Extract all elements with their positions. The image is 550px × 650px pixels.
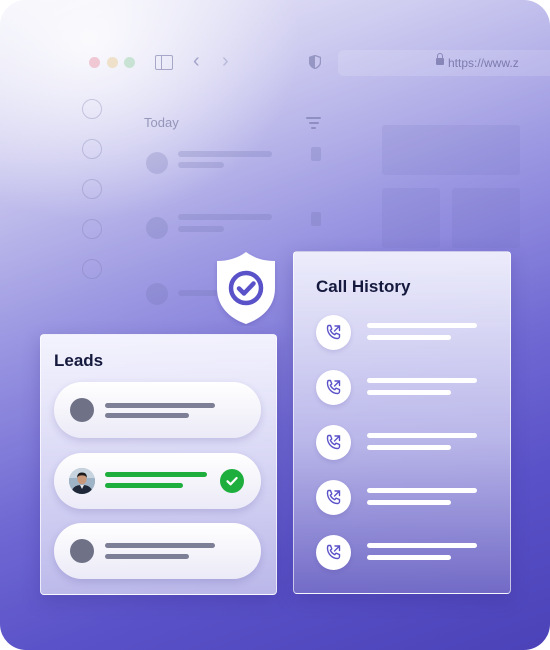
call-entry[interactable] [316, 370, 496, 406]
filter-icon [306, 117, 321, 132]
bg-tag [311, 147, 321, 161]
call-history-card: Call History [293, 251, 511, 594]
bg-avatar [146, 152, 168, 174]
bg-avatar [146, 217, 168, 239]
bg-checkbox [82, 259, 102, 279]
back-arrow-icon: ‹ [193, 50, 200, 72]
bg-checkbox [82, 139, 102, 159]
bg-block [382, 125, 520, 175]
bg-line [178, 151, 272, 157]
bg-checkbox [82, 99, 102, 119]
verified-check-icon [220, 469, 244, 493]
phone-outgoing-icon [316, 480, 351, 515]
lead-detail-line [105, 483, 183, 488]
lead-item[interactable] [54, 523, 261, 579]
bg-line [178, 214, 272, 220]
avatar [69, 468, 95, 494]
lead-detail-line [105, 413, 189, 418]
avatar-placeholder [70, 398, 94, 422]
window-close-dot [89, 57, 100, 68]
call-name-line [367, 378, 477, 383]
illustration-frame: ‹ › https://www.z Today Leads Call Histo… [0, 0, 550, 650]
avatar-placeholder [70, 539, 94, 563]
lock-icon [436, 53, 444, 65]
call-name-line [367, 488, 477, 493]
lead-name-line [105, 472, 207, 477]
phone-outgoing-icon [316, 425, 351, 460]
bg-line [178, 162, 224, 168]
today-label: Today [144, 115, 179, 130]
security-shield-icon [217, 252, 275, 324]
privacy-shield-icon [309, 55, 321, 69]
lead-item-verified[interactable] [54, 453, 261, 509]
bg-avatar [146, 283, 168, 305]
call-history-title: Call History [316, 277, 411, 296]
lead-name-line [105, 543, 215, 548]
call-name-line [367, 543, 477, 548]
bg-block [382, 188, 440, 248]
call-detail-line [367, 555, 451, 560]
call-entry[interactable] [316, 535, 496, 571]
lead-detail-line [105, 554, 189, 559]
call-detail-line [367, 500, 451, 505]
url-text: https://www.z [448, 56, 519, 70]
call-detail-line [367, 445, 451, 450]
call-name-line [367, 433, 477, 438]
leads-card: Leads [40, 334, 277, 595]
lead-name-line [105, 403, 215, 408]
call-name-line [367, 323, 477, 328]
window-minimize-dot [107, 57, 118, 68]
bg-tag [311, 212, 321, 226]
bg-checkbox [82, 219, 102, 239]
call-detail-line [367, 390, 451, 395]
sidebar-toggle-icon [155, 55, 173, 70]
bg-block [452, 188, 520, 248]
leads-title: Leads [54, 351, 104, 370]
window-maximize-dot [124, 57, 135, 68]
call-detail-line [367, 335, 451, 340]
phone-outgoing-icon [316, 535, 351, 570]
call-entry[interactable] [316, 315, 496, 351]
lead-item[interactable] [54, 382, 261, 438]
bg-checkbox [82, 179, 102, 199]
phone-outgoing-icon [316, 315, 351, 350]
call-entry[interactable] [316, 425, 496, 461]
bg-line [178, 226, 224, 232]
call-entry[interactable] [316, 480, 496, 516]
forward-arrow-icon: › [222, 50, 229, 72]
phone-outgoing-icon [316, 370, 351, 405]
